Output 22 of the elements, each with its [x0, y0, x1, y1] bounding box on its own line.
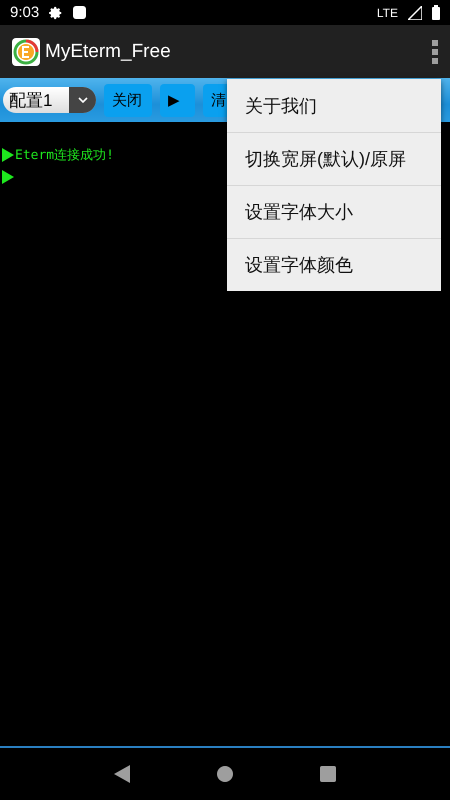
notification-icon [73, 6, 86, 19]
caret-icon [78, 97, 88, 103]
menu-item[interactable]: 设置字体大小 [227, 185, 441, 238]
menu-item[interactable]: 设置字体颜色 [227, 238, 441, 291]
app-logo-icon [12, 38, 40, 66]
home-icon[interactable] [216, 766, 233, 782]
settings-icon [49, 6, 64, 20]
overflow-menu-icon[interactable] [432, 40, 438, 64]
network-label: LTE [376, 6, 398, 20]
clock: 9:03 [10, 4, 40, 21]
config-select[interactable]: 配置1 [3, 87, 96, 113]
menu-item[interactable]: 切换宽屏(默认)/原屏 [227, 132, 441, 185]
terminal-line: Eterm连接成功! [15, 147, 114, 164]
prompt-icon [2, 148, 14, 162]
toolbar-button[interactable]: ▶ [160, 84, 195, 116]
prompt-icon [2, 170, 14, 184]
recents-icon[interactable] [320, 766, 336, 782]
toolbar-button[interactable]: 关闭 [104, 84, 152, 116]
battery-icon [432, 5, 440, 20]
signal-icon [408, 6, 422, 20]
back-icon[interactable] [114, 765, 130, 783]
app-title: MyEterm_Free [45, 40, 171, 62]
